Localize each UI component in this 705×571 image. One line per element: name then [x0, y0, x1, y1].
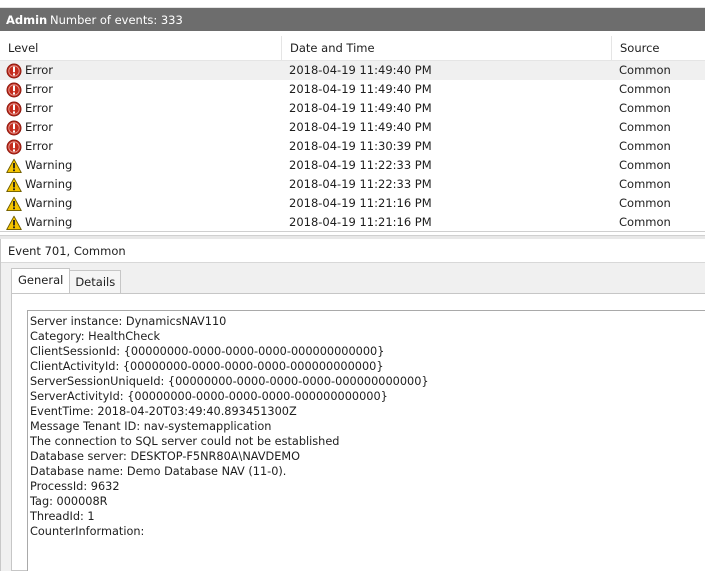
tab-general[interactable]: General — [11, 268, 71, 293]
top-strip — [0, 0, 705, 8]
message-line: ServerSessionUniqueId: {00000000-0000-00… — [30, 375, 429, 388]
message-line: EventTime: 2018-04-20T03:49:40.893451300… — [30, 405, 297, 418]
event-level-cell: Warning — [0, 194, 282, 213]
event-detail-title: Event 701, Common — [1, 239, 705, 263]
event-row[interactable]: Error 2018-04-19 11:49:40 PM Common — [0, 118, 705, 137]
tab-details[interactable]: Details — [69, 270, 122, 293]
message-line: Category: HealthCheck — [30, 330, 161, 343]
message-line: Database server: DESKTOP-F5NR80A\NAVDEMO — [30, 450, 300, 463]
message-line: ThreadId: 1 — [30, 510, 95, 523]
message-line: Server instance: DynamicsNAV110 — [30, 315, 227, 328]
general-tab-panel: Server instance: DynamicsNAV110 Category:… — [11, 293, 705, 571]
event-detail-pane: Event 701, Common General Details Server… — [0, 239, 705, 571]
event-level-label: Error — [25, 63, 54, 77]
error-icon — [6, 139, 22, 155]
event-source: Common — [619, 120, 671, 134]
event-row[interactable]: Error 2018-04-19 11:49:40 PM Common — [0, 99, 705, 118]
event-row[interactable]: Warning 2018-04-19 11:22:33 PM Common — [0, 156, 705, 175]
event-row[interactable]: Error 2018-04-19 11:49:40 PM Common — [0, 61, 705, 80]
event-level-cell: Warning — [0, 213, 282, 231]
event-source: Common — [619, 215, 671, 229]
message-line: ClientSessionId: {00000000-0000-0000-000… — [30, 345, 385, 358]
column-header-level[interactable]: Level — [0, 36, 282, 61]
event-source: Common — [619, 82, 671, 96]
event-level-label: Warning — [25, 196, 73, 210]
event-date-time: 2018-04-19 11:49:40 PM — [289, 120, 432, 134]
event-level-cell: Error — [0, 61, 282, 80]
column-header-date-time[interactable]: Date and Time — [282, 36, 612, 61]
event-level-label: Error — [25, 139, 54, 153]
event-date-time: 2018-04-19 11:21:16 PM — [289, 196, 432, 210]
event-row[interactable]: Error 2018-04-19 11:49:40 PM Common — [0, 80, 705, 99]
message-line: ClientActivityId: {00000000-0000-0000-00… — [30, 360, 384, 373]
log-name: Admin — [6, 12, 48, 27]
event-level-cell: Error — [0, 80, 282, 99]
message-line: Tag: 000008R — [30, 495, 108, 508]
event-source: Common — [619, 63, 671, 77]
event-row[interactable]: Warning 2018-04-19 11:22:33 PM Common — [0, 175, 705, 194]
event-date-time: 2018-04-19 11:22:33 PM — [289, 177, 432, 191]
event-source: Common — [619, 196, 671, 210]
event-rows: Error 2018-04-19 11:49:40 PM Common Error 20… — [0, 61, 705, 231]
event-level-cell: Error — [0, 137, 282, 156]
event-date-time: 2018-04-19 11:49:40 PM — [289, 82, 432, 96]
message-line: Database name: Demo Database NAV (11-0). — [30, 465, 287, 478]
event-row[interactable]: Warning 2018-04-19 11:21:16 PM Common — [0, 213, 705, 231]
event-level-cell: Error — [0, 99, 282, 118]
event-row[interactable]: Error 2018-04-19 11:30:39 PM Common — [0, 137, 705, 156]
event-date-time: 2018-04-19 11:22:33 PM — [289, 158, 432, 172]
event-level-label: Warning — [25, 177, 73, 191]
event-row[interactable]: Warning 2018-04-19 11:21:16 PM Common — [0, 194, 705, 213]
event-date-time: 2018-04-19 11:49:40 PM — [289, 101, 432, 115]
message-line: Message Tenant ID: nav-systemapplication — [30, 420, 272, 433]
event-level-cell: Warning — [0, 175, 282, 194]
event-source: Common — [619, 177, 671, 191]
event-level-label: Error — [25, 82, 54, 96]
warning-icon — [6, 158, 22, 174]
error-icon — [6, 101, 22, 117]
event-source: Common — [619, 101, 671, 115]
event-level-cell: Error — [0, 118, 282, 137]
message-line: CounterInformation: — [30, 525, 145, 538]
event-level-label: Warning — [25, 158, 73, 172]
warning-icon — [6, 177, 22, 193]
message-line: ServerActivityId: {00000000-0000-0000-00… — [30, 390, 388, 403]
event-message-box[interactable]: Server instance: DynamicsNAV110 Category:… — [27, 310, 705, 571]
event-date-time: 2018-04-19 11:30:39 PM — [289, 139, 432, 153]
error-icon — [6, 82, 22, 98]
event-count: Number of events: 333 — [50, 12, 183, 27]
event-level-label: Error — [25, 101, 54, 115]
error-icon — [6, 63, 22, 79]
event-date-time: 2018-04-19 11:21:16 PM — [289, 215, 432, 229]
detail-tabs: General Details — [11, 268, 122, 294]
message-line: The connection to SQL server could not b… — [30, 435, 340, 448]
error-icon — [6, 120, 22, 136]
event-list-header: Level Date and Time Source — [0, 36, 705, 61]
event-source: Common — [619, 139, 671, 153]
message-line: ProcessId: 9632 — [30, 480, 120, 493]
event-level-label: Warning — [25, 215, 73, 229]
event-list[interactable]: Level Date and Time Source Error 2018-04-… — [0, 36, 705, 232]
event-date-time: 2018-04-19 11:49:40 PM — [289, 63, 432, 77]
event-source: Common — [619, 158, 671, 172]
log-header-bar: Admin Number of events: 333 — [0, 8, 705, 31]
event-level-label: Error — [25, 120, 54, 134]
column-header-source[interactable]: Source — [612, 36, 705, 61]
warning-icon — [6, 215, 22, 231]
event-level-cell: Warning — [0, 156, 282, 175]
warning-icon — [6, 196, 22, 212]
